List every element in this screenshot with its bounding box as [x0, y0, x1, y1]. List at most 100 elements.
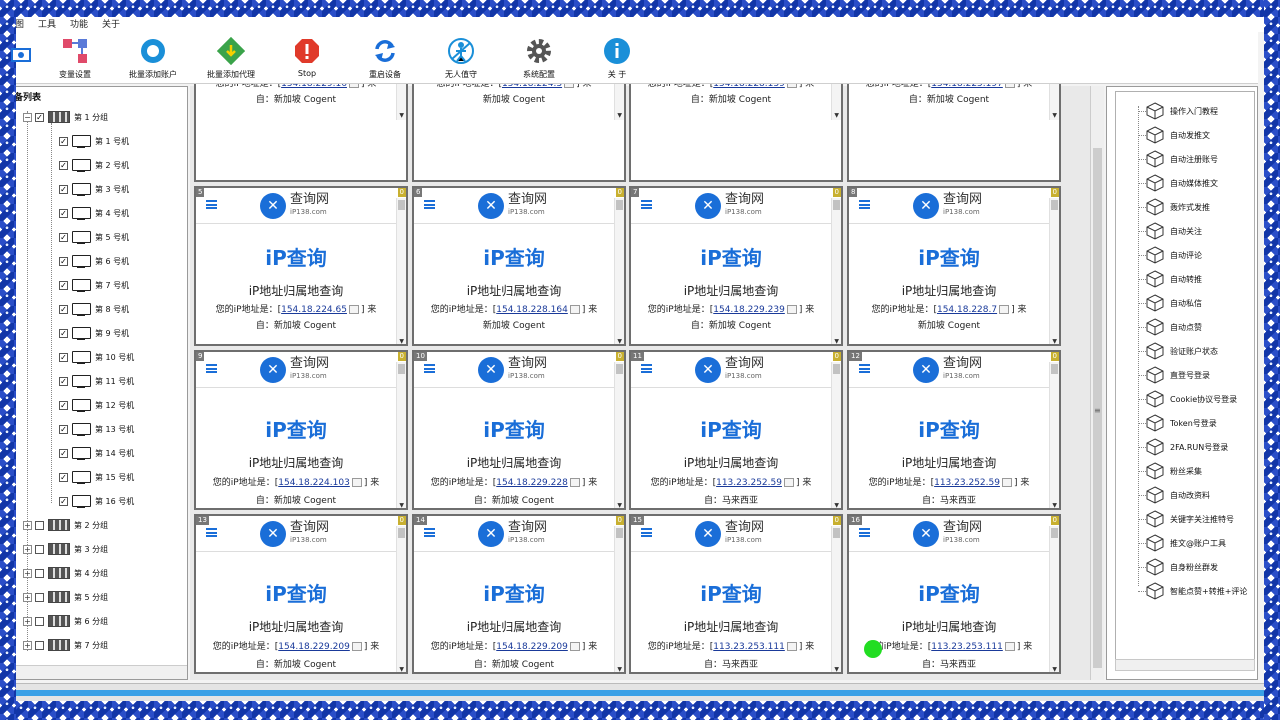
tree-group-row[interactable]: + 第 4 分组 — [23, 565, 108, 581]
menu-icon[interactable] — [641, 528, 652, 537]
expand-icon[interactable]: + — [23, 616, 32, 626]
device-screen-cell[interactable]: ✕ 查询网iP138.com iP查询 iP地址归属地查询您的iP地址是：[154.1… — [629, 186, 843, 346]
device-screen-cell[interactable]: ✕ 查询网iP138.com iP查询 iP地址归属地查询您的iP地址是：[154.1… — [412, 186, 626, 346]
ip-address-link[interactable]: 154.18.229.228 — [496, 478, 568, 488]
function-item[interactable]: Cookie协议号登录 — [1146, 390, 1237, 408]
tree-device-row[interactable]: ✓ 第 14 号机 — [59, 445, 134, 461]
device-checkbox[interactable]: ✓ — [59, 136, 68, 146]
toolbar-button-1[interactable]: 变量设置 — [40, 36, 110, 82]
tree-device-row[interactable]: ✓ 第 10 号机 — [59, 349, 134, 365]
device-checkbox[interactable]: ✓ — [59, 376, 68, 386]
function-item[interactable]: 粉丝采集 — [1146, 462, 1202, 480]
function-item[interactable]: 验证账户状态 — [1146, 342, 1218, 360]
device-checkbox[interactable]: ✓ — [59, 352, 68, 362]
device-checkbox[interactable]: ✓ — [59, 280, 68, 290]
scroll-down-arrow-icon[interactable]: ▼ — [617, 338, 622, 344]
scroll-down-arrow-icon[interactable]: ▼ — [1052, 112, 1057, 119]
cell-scrollbar[interactable]: ▼ — [396, 362, 406, 508]
device-checkbox[interactable]: ✓ — [59, 496, 68, 506]
ip-address-link[interactable]: 154.18.228.7 — [937, 305, 997, 315]
function-item[interactable]: 直登号登录 — [1146, 366, 1210, 384]
grid-vertical-scrollbar[interactable]: ≡ — [1090, 86, 1104, 680]
expand-icon[interactable]: + — [23, 640, 32, 650]
ip-address-link[interactable]: 154.18.224.103 — [278, 478, 350, 488]
scroll-down-arrow-icon[interactable]: ▼ — [399, 112, 404, 119]
function-item[interactable]: 自动媒体推文 — [1146, 174, 1218, 192]
device-checkbox[interactable]: ✓ — [59, 160, 68, 170]
scroll-down-arrow-icon[interactable]: ▼ — [617, 502, 622, 508]
toolbar-button-8[interactable]: 关 于 — [582, 36, 652, 82]
function-item[interactable]: 推文@账户工具 — [1146, 534, 1226, 552]
tree-device-row[interactable]: ✓ 第 4 号机 — [59, 205, 129, 221]
cell-scrollbar[interactable]: ▼ — [1049, 198, 1059, 344]
cell-scrollbar[interactable]: ▼ — [1049, 362, 1059, 508]
function-item[interactable]: 自动点赞 — [1146, 318, 1202, 336]
tree-device-row[interactable]: ✓ 第 3 号机 — [59, 181, 129, 197]
tree-group-row[interactable]: + 第 3 分组 — [23, 541, 108, 557]
tree-group-row[interactable]: + 第 2 分组 — [23, 517, 108, 533]
scroll-down-arrow-icon[interactable]: ▼ — [617, 112, 622, 119]
device-checkbox[interactable]: ✓ — [59, 304, 68, 314]
menu-icon[interactable] — [424, 364, 435, 373]
device-screen-cell[interactable]: ✕ 查询网iP138.com iP查询 iP地址归属地查询您的iP地址是：[154.1… — [194, 350, 408, 510]
group-checkbox[interactable] — [35, 544, 44, 554]
cell-scrollbar[interactable]: ▼ — [396, 198, 406, 344]
cell-scrollbar[interactable]: ▼ — [614, 526, 624, 672]
tree-group-row[interactable]: + 第 5 分组 — [23, 589, 108, 605]
tree-device-row[interactable]: ✓ 第 2 号机 — [59, 157, 129, 173]
function-item[interactable]: 自动注册账号 — [1146, 150, 1218, 168]
cell-scroll-thumb[interactable] — [398, 200, 405, 210]
device-screen-cell[interactable]: ✕ 查询网iP138.com iP查询 iP地址归属地查询您的iP地址是：[154.1… — [847, 186, 1061, 346]
device-checkbox[interactable]: ✓ — [59, 472, 68, 482]
toolbar-button-7[interactable]: 系统配置 — [504, 36, 574, 82]
device-checkbox[interactable]: ✓ — [59, 328, 68, 338]
menu-icon[interactable] — [424, 528, 435, 537]
ip-address-link[interactable]: 113.23.253.111 — [931, 642, 1003, 652]
ip-address-link[interactable]: 154.18.224.65 — [281, 305, 347, 315]
expand-icon[interactable]: + — [23, 520, 32, 530]
tree-device-row[interactable]: ✓ 第 16 号机 — [59, 493, 134, 509]
menu-icon[interactable] — [641, 200, 652, 209]
cell-scroll-thumb[interactable] — [616, 528, 623, 538]
group-checkbox[interactable] — [35, 616, 44, 626]
tree-device-row[interactable]: ✓ 第 6 号机 — [59, 253, 129, 269]
cell-scrollbar[interactable]: ▼ — [831, 198, 841, 344]
cell-scrollbar[interactable]: ▼ — [831, 526, 841, 672]
cell-scroll-thumb[interactable] — [398, 528, 405, 538]
tree-device-row[interactable]: ✓ 第 15 号机 — [59, 469, 134, 485]
collapse-icon[interactable]: − — [23, 112, 32, 122]
scroll-down-arrow-icon[interactable]: ▼ — [834, 112, 839, 119]
scroll-down-arrow-icon[interactable]: ▼ — [1052, 338, 1057, 344]
device-checkbox[interactable]: ✓ — [59, 208, 68, 218]
ip-address-link[interactable]: 154.18.229.239 — [713, 305, 785, 315]
device-checkbox[interactable]: ✓ — [59, 184, 68, 194]
tree-device-row[interactable]: ✓ 第 5 号机 — [59, 229, 129, 245]
function-item[interactable]: 自动关注 — [1146, 222, 1202, 240]
function-item[interactable]: 操作入门教程 — [1146, 102, 1218, 120]
toolbar-button-2[interactable]: 批量添加账户 — [118, 36, 188, 82]
function-item[interactable]: 自动转推 — [1146, 270, 1202, 288]
function-item[interactable]: 自动评论 — [1146, 246, 1202, 264]
device-list-hscroll[interactable] — [1, 665, 187, 679]
device-checkbox[interactable]: ✓ — [59, 256, 68, 266]
scroll-down-arrow-icon[interactable]: ▼ — [834, 338, 839, 344]
toolbar-button-4[interactable]: Stop — [272, 36, 342, 82]
function-panel-hscroll[interactable] — [1115, 659, 1255, 671]
menu-item[interactable]: 关于 — [102, 17, 120, 30]
expand-icon[interactable]: + — [23, 544, 32, 554]
expand-icon[interactable]: + — [23, 568, 32, 578]
function-item[interactable]: 自动发推文 — [1146, 126, 1210, 144]
function-item[interactable]: 自动改资料 — [1146, 486, 1210, 504]
tree-device-row[interactable]: ✓ 第 9 号机 — [59, 325, 129, 341]
ip-address-link[interactable]: 154.18.228.164 — [496, 305, 568, 315]
tree-device-row[interactable]: ✓ 第 1 号机 — [59, 133, 129, 149]
group-checkbox[interactable] — [35, 592, 44, 602]
scroll-down-arrow-icon[interactable]: ▼ — [399, 338, 404, 344]
splitter-grip-icon[interactable]: ≡ — [1094, 406, 1101, 415]
menu-item[interactable]: 工具 — [38, 17, 56, 30]
device-screen-cell[interactable]: ✕ 查询网iP138.com iP查询 iP地址归属地查询您的iP地址是：[154.1… — [412, 514, 626, 674]
group-checkbox[interactable] — [35, 520, 44, 530]
tree-device-row[interactable]: ✓ 第 12 号机 — [59, 397, 134, 413]
cell-scroll-thumb[interactable] — [1051, 200, 1058, 210]
group-checkbox[interactable] — [35, 568, 44, 578]
